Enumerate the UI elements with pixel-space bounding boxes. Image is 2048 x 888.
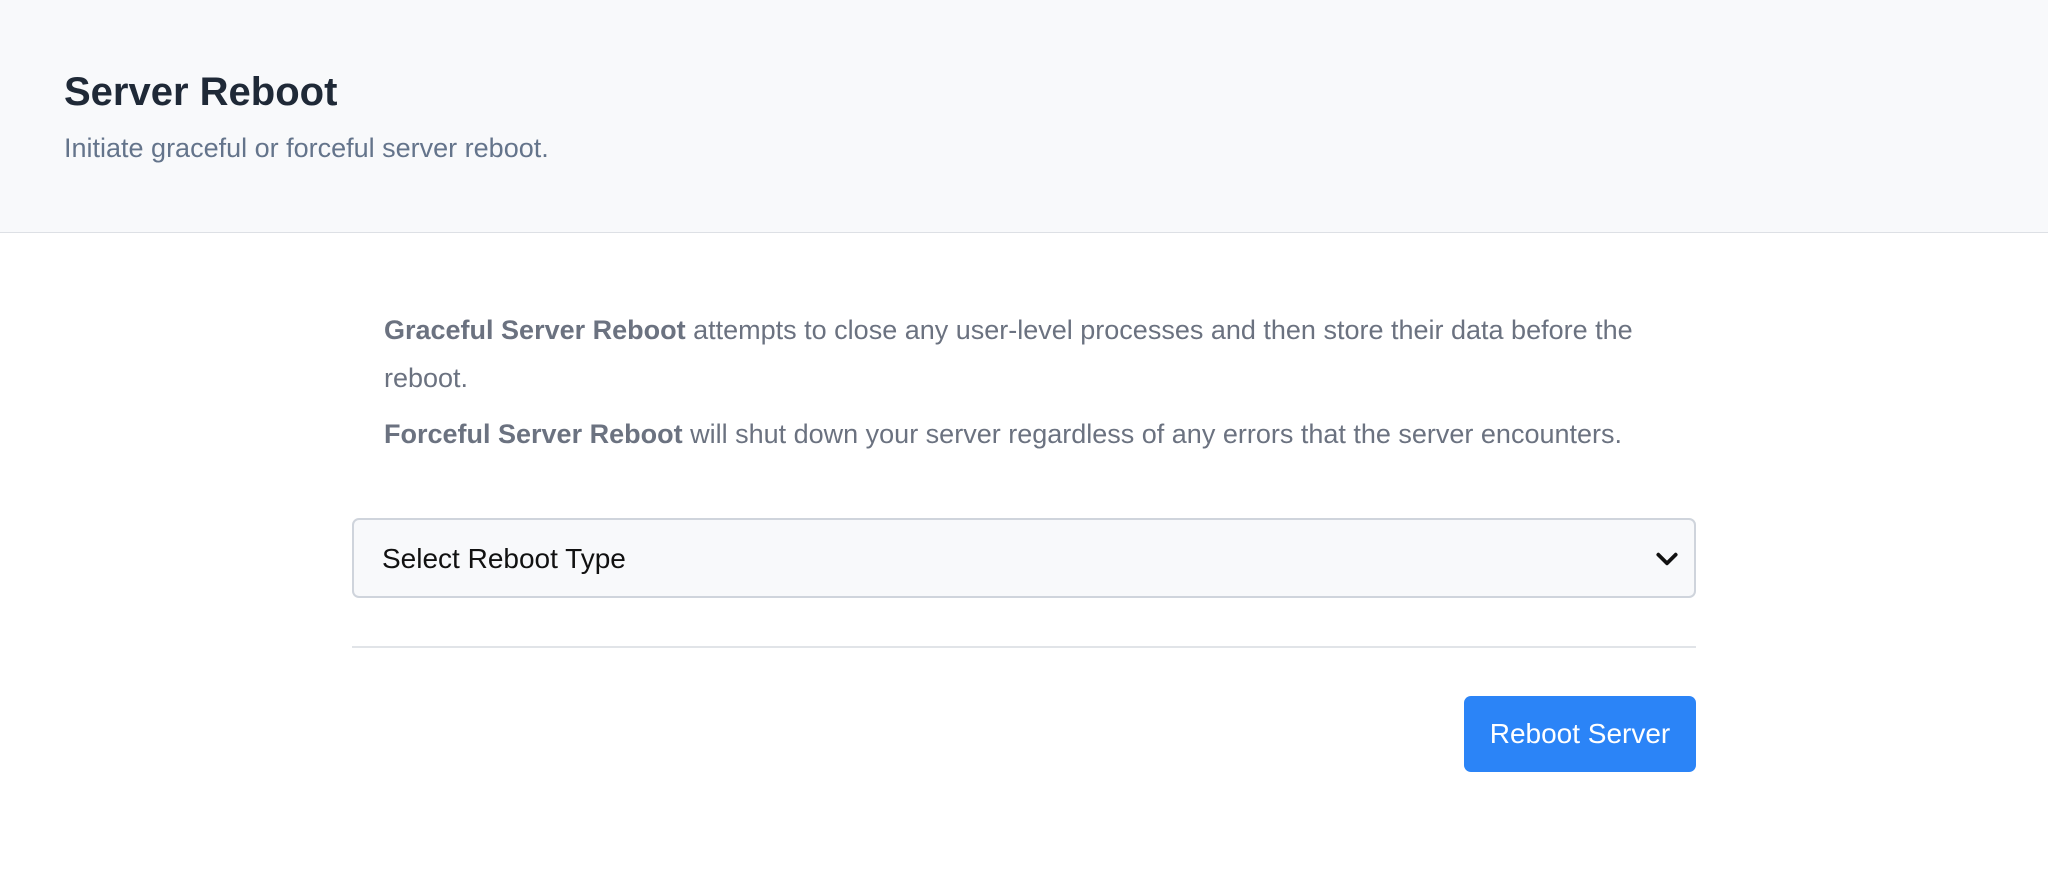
main-content: Graceful Server Reboot attempts to close… xyxy=(352,234,1696,774)
reboot-type-select[interactable]: Select Reboot Type xyxy=(352,518,1696,598)
forceful-text: will shut down your server regardless of… xyxy=(682,419,1623,449)
page-header: Server Reboot Initiate graceful or force… xyxy=(0,0,2048,233)
reboot-type-selected-value: Select Reboot Type xyxy=(382,543,626,574)
chevron-down-icon xyxy=(1656,552,1678,566)
page-title: Server Reboot xyxy=(64,70,338,114)
forceful-label: Forceful Server Reboot xyxy=(384,419,683,449)
page-subtitle: Initiate graceful or forceful server reb… xyxy=(64,133,549,163)
graceful-description: Graceful Server Reboot attempts to close… xyxy=(384,306,1664,402)
form-actions: Reboot Server xyxy=(352,648,1696,774)
reboot-server-button[interactable]: Reboot Server xyxy=(1464,696,1696,772)
graceful-label: Graceful Server Reboot xyxy=(384,315,686,345)
reboot-description: Graceful Server Reboot attempts to close… xyxy=(352,234,1696,458)
forceful-description: Forceful Server Reboot will shut down yo… xyxy=(384,410,1664,458)
